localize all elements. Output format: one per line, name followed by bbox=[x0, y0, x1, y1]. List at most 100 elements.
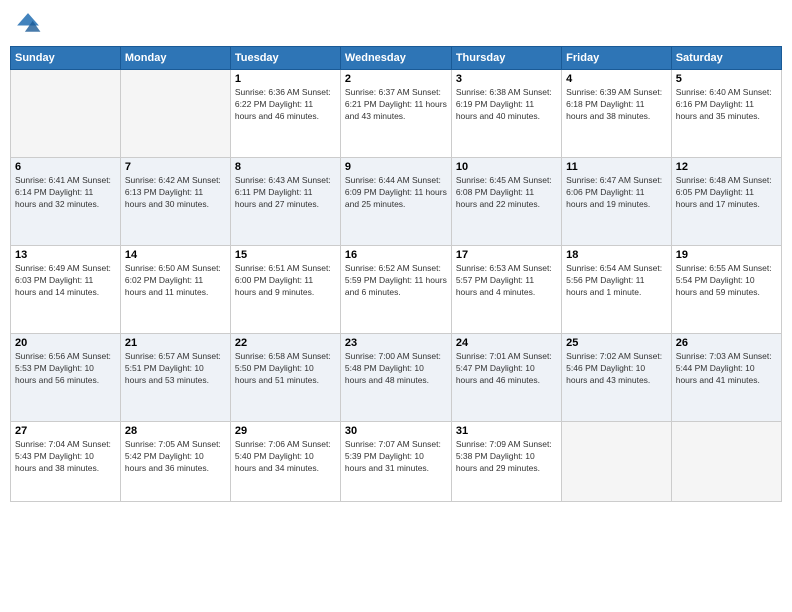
day-number: 7 bbox=[125, 161, 226, 173]
day-info: Sunrise: 6:56 AM Sunset: 5:53 PM Dayligh… bbox=[15, 351, 116, 387]
day-info: Sunrise: 7:00 AM Sunset: 5:48 PM Dayligh… bbox=[345, 351, 447, 387]
logo bbox=[14, 10, 46, 38]
day-info: Sunrise: 6:44 AM Sunset: 6:09 PM Dayligh… bbox=[345, 175, 447, 211]
calendar-cell: 8 Sunrise: 6:43 AM Sunset: 6:11 PM Daylig… bbox=[230, 158, 340, 246]
day-info: Sunrise: 6:42 AM Sunset: 6:13 PM Dayligh… bbox=[125, 175, 226, 211]
day-info: Sunrise: 6:45 AM Sunset: 6:08 PM Dayligh… bbox=[456, 175, 557, 211]
calendar-week-row: 27 Sunrise: 7:04 AM Sunset: 5:43 PM Dayli… bbox=[11, 422, 782, 502]
day-info: Sunrise: 7:03 AM Sunset: 5:44 PM Dayligh… bbox=[676, 351, 777, 387]
day-info: Sunrise: 6:40 AM Sunset: 6:16 PM Dayligh… bbox=[676, 87, 777, 123]
day-number: 27 bbox=[15, 425, 116, 437]
day-info: Sunrise: 6:54 AM Sunset: 5:56 PM Dayligh… bbox=[566, 263, 667, 299]
calendar-cell: 12Sunrise: 6:48 AM Sunset: 6:05 PM Dayli… bbox=[671, 158, 781, 246]
calendar-cell: 7 Sunrise: 6:42 AM Sunset: 6:13 PM Daylig… bbox=[120, 158, 230, 246]
calendar-cell: 22 Sunrise: 6:58 AM Sunset: 5:50 PM Dayli… bbox=[230, 334, 340, 422]
day-info: Sunrise: 7:05 AM Sunset: 5:42 PM Dayligh… bbox=[125, 439, 226, 475]
calendar-cell: 18 Sunrise: 6:54 AM Sunset: 5:56 PM Dayli… bbox=[562, 246, 672, 334]
day-number: 2 bbox=[345, 73, 447, 85]
calendar-cell: 9 Sunrise: 6:44 AM Sunset: 6:09 PM Daylig… bbox=[340, 158, 451, 246]
day-info: Sunrise: 6:58 AM Sunset: 5:50 PM Dayligh… bbox=[235, 351, 336, 387]
calendar-cell: 1 Sunrise: 6:36 AM Sunset: 6:22 PM Daylig… bbox=[230, 70, 340, 158]
day-header: Sunday bbox=[11, 47, 121, 70]
day-number: 31 bbox=[456, 425, 557, 437]
calendar-cell: 26 Sunrise: 7:03 AM Sunset: 5:44 PM Dayli… bbox=[671, 334, 781, 422]
calendar-cell: 29 Sunrise: 7:06 AM Sunset: 5:40 PM Dayli… bbox=[230, 422, 340, 502]
calendar-cell: 17Sunrise: 6:53 AM Sunset: 5:57 PM Dayli… bbox=[451, 246, 561, 334]
day-info: Sunrise: 6:38 AM Sunset: 6:19 PM Dayligh… bbox=[456, 87, 557, 123]
day-number: 16 bbox=[345, 249, 447, 261]
calendar-cell: 11Sunrise: 6:47 AM Sunset: 6:06 PM Dayli… bbox=[562, 158, 672, 246]
day-number: 4 bbox=[566, 73, 667, 85]
calendar-cell: 5 Sunrise: 6:40 AM Sunset: 6:16 PM Daylig… bbox=[671, 70, 781, 158]
day-header: Thursday bbox=[451, 47, 561, 70]
day-number: 29 bbox=[235, 425, 336, 437]
calendar-cell: 13 Sunrise: 6:49 AM Sunset: 6:03 PM Dayli… bbox=[11, 246, 121, 334]
calendar-week-row: 1 Sunrise: 6:36 AM Sunset: 6:22 PM Daylig… bbox=[11, 70, 782, 158]
day-number: 11 bbox=[566, 161, 667, 173]
calendar-cell: 20 Sunrise: 6:56 AM Sunset: 5:53 PM Dayli… bbox=[11, 334, 121, 422]
day-number: 28 bbox=[125, 425, 226, 437]
day-number: 21 bbox=[125, 337, 226, 349]
day-number: 18 bbox=[566, 249, 667, 261]
calendar-cell bbox=[671, 422, 781, 502]
day-number: 20 bbox=[15, 337, 116, 349]
calendar-header-row: SundayMondayTuesdayWednesdayThursdayFrid… bbox=[11, 47, 782, 70]
day-info: Sunrise: 7:07 AM Sunset: 5:39 PM Dayligh… bbox=[345, 439, 447, 475]
day-number: 10 bbox=[456, 161, 557, 173]
day-info: Sunrise: 7:09 AM Sunset: 5:38 PM Dayligh… bbox=[456, 439, 557, 475]
day-info: Sunrise: 6:39 AM Sunset: 6:18 PM Dayligh… bbox=[566, 87, 667, 123]
calendar-cell bbox=[562, 422, 672, 502]
calendar-cell: 23 Sunrise: 7:00 AM Sunset: 5:48 PM Dayli… bbox=[340, 334, 451, 422]
day-info: Sunrise: 6:49 AM Sunset: 6:03 PM Dayligh… bbox=[15, 263, 116, 299]
calendar-cell: 21 Sunrise: 6:57 AM Sunset: 5:51 PM Dayli… bbox=[120, 334, 230, 422]
day-number: 15 bbox=[235, 249, 336, 261]
calendar-cell: 6Sunrise: 6:41 AM Sunset: 6:14 PM Daylig… bbox=[11, 158, 121, 246]
day-number: 9 bbox=[345, 161, 447, 173]
day-number: 26 bbox=[676, 337, 777, 349]
day-info: Sunrise: 7:04 AM Sunset: 5:43 PM Dayligh… bbox=[15, 439, 116, 475]
day-number: 8 bbox=[235, 161, 336, 173]
day-info: Sunrise: 7:06 AM Sunset: 5:40 PM Dayligh… bbox=[235, 439, 336, 475]
day-number: 24 bbox=[456, 337, 557, 349]
day-number: 1 bbox=[235, 73, 336, 85]
day-number: 14 bbox=[125, 249, 226, 261]
calendar-cell: 15Sunrise: 6:51 AM Sunset: 6:00 PM Dayli… bbox=[230, 246, 340, 334]
day-number: 23 bbox=[345, 337, 447, 349]
day-header: Saturday bbox=[671, 47, 781, 70]
day-header: Tuesday bbox=[230, 47, 340, 70]
day-header: Friday bbox=[562, 47, 672, 70]
day-info: Sunrise: 6:55 AM Sunset: 5:54 PM Dayligh… bbox=[676, 263, 777, 299]
day-number: 13 bbox=[15, 249, 116, 261]
calendar-cell: 19 Sunrise: 6:55 AM Sunset: 5:54 PM Dayli… bbox=[671, 246, 781, 334]
calendar-week-row: 6Sunrise: 6:41 AM Sunset: 6:14 PM Daylig… bbox=[11, 158, 782, 246]
day-number: 19 bbox=[676, 249, 777, 261]
day-info: Sunrise: 6:37 AM Sunset: 6:21 PM Dayligh… bbox=[345, 87, 447, 123]
day-number: 22 bbox=[235, 337, 336, 349]
day-number: 17 bbox=[456, 249, 557, 261]
calendar-cell: 27 Sunrise: 7:04 AM Sunset: 5:43 PM Dayli… bbox=[11, 422, 121, 502]
day-number: 5 bbox=[676, 73, 777, 85]
header bbox=[10, 10, 782, 38]
logo-icon bbox=[14, 10, 42, 38]
calendar-week-row: 20 Sunrise: 6:56 AM Sunset: 5:53 PM Dayli… bbox=[11, 334, 782, 422]
day-info: Sunrise: 6:36 AM Sunset: 6:22 PM Dayligh… bbox=[235, 87, 336, 123]
calendar: SundayMondayTuesdayWednesdayThursdayFrid… bbox=[10, 46, 782, 502]
calendar-cell: 10 Sunrise: 6:45 AM Sunset: 6:08 PM Dayli… bbox=[451, 158, 561, 246]
calendar-cell: 24 Sunrise: 7:01 AM Sunset: 5:47 PM Dayli… bbox=[451, 334, 561, 422]
calendar-cell: 28 Sunrise: 7:05 AM Sunset: 5:42 PM Dayli… bbox=[120, 422, 230, 502]
day-info: Sunrise: 6:57 AM Sunset: 5:51 PM Dayligh… bbox=[125, 351, 226, 387]
calendar-cell: 25 Sunrise: 7:02 AM Sunset: 5:46 PM Dayli… bbox=[562, 334, 672, 422]
day-number: 3 bbox=[456, 73, 557, 85]
day-number: 25 bbox=[566, 337, 667, 349]
day-info: Sunrise: 6:50 AM Sunset: 6:02 PM Dayligh… bbox=[125, 263, 226, 299]
day-header: Wednesday bbox=[340, 47, 451, 70]
day-info: Sunrise: 7:02 AM Sunset: 5:46 PM Dayligh… bbox=[566, 351, 667, 387]
calendar-cell: 4 Sunrise: 6:39 AM Sunset: 6:18 PM Daylig… bbox=[562, 70, 672, 158]
day-info: Sunrise: 6:52 AM Sunset: 5:59 PM Dayligh… bbox=[345, 263, 447, 299]
day-info: Sunrise: 6:43 AM Sunset: 6:11 PM Dayligh… bbox=[235, 175, 336, 211]
day-info: Sunrise: 7:01 AM Sunset: 5:47 PM Dayligh… bbox=[456, 351, 557, 387]
page: SundayMondayTuesdayWednesdayThursdayFrid… bbox=[0, 0, 792, 612]
calendar-cell: 2 Sunrise: 6:37 AM Sunset: 6:21 PM Daylig… bbox=[340, 70, 451, 158]
day-info: Sunrise: 6:48 AM Sunset: 6:05 PM Dayligh… bbox=[676, 175, 777, 211]
calendar-cell: 16 Sunrise: 6:52 AM Sunset: 5:59 PM Dayli… bbox=[340, 246, 451, 334]
